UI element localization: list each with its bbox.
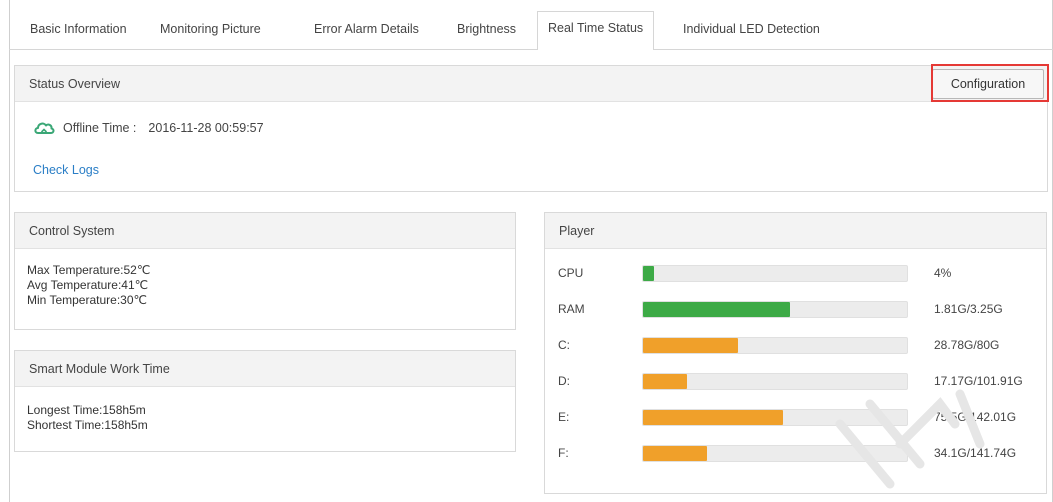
disk-e-progress-fill [643,410,784,425]
offline-time-label: Offline Time : [63,121,137,135]
control-system-title: Control System [15,213,515,249]
disk-c-label: C: [558,338,570,352]
control-system-panel: Control System Max Temperature:52℃ Avg T… [14,212,516,330]
ram-progress-fill [643,302,791,317]
player-row-cpu: CPU 4% [558,263,1038,283]
player-panel: Player CPU 4% RAM 1.81G/3.25G C: 28.78G/… [544,212,1047,494]
ram-progress-bar [642,301,908,318]
smart-module-title: Smart Module Work Time [15,351,515,387]
disk-e-value: 75.5G/142.01G [934,410,1017,424]
cloud-icon [33,120,55,136]
tab-bar: Basic Information Monitoring Picture Err… [9,0,1053,50]
status-overview-title: Status Overview [15,66,1047,102]
disk-f-progress-bar [642,445,908,462]
offline-time-row: Offline Time : 2016-11-28 00:59:57 [33,118,264,138]
tab-error-alarm-details[interactable]: Error Alarm Details [303,12,430,45]
ram-value: 1.81G/3.25G [934,302,1003,316]
disk-e-progress-bar [642,409,908,426]
min-temperature: Min Temperature:30℃ [27,293,147,307]
disk-d-progress-bar [642,373,908,390]
player-row-disk-c: C: 28.78G/80G [558,335,1038,355]
max-temperature: Max Temperature:52℃ [27,263,151,277]
disk-d-value: 17.17G/101.91G [934,374,1023,388]
player-row-disk-e: E: 75.5G/142.01G [558,407,1038,427]
cpu-progress-bar [642,265,908,282]
tab-brightness[interactable]: Brightness [446,12,527,45]
player-row-disk-f: F: 34.1G/141.74G [558,443,1038,463]
tab-basic-information[interactable]: Basic Information [19,12,138,45]
tab-real-time-status[interactable]: Real Time Status [537,11,655,50]
configuration-button[interactable]: Configuration [932,69,1044,99]
disk-c-value: 28.78G/80G [934,338,1000,352]
status-overview-panel: Status Overview Configuration Offline Ti… [14,64,1049,192]
ram-label: RAM [558,302,585,316]
disk-c-progress-bar [642,337,908,354]
disk-d-label: D: [558,374,570,388]
disk-f-progress-fill [643,446,707,461]
check-logs-link[interactable]: Check Logs [33,163,99,177]
smart-module-details: Longest Time:158h5m Shortest Time:158h5m [15,387,515,433]
player-row-ram: RAM 1.81G/3.25G [558,299,1038,319]
offline-time-value: 2016-11-28 00:59:57 [148,121,264,135]
cpu-label: CPU [558,266,584,280]
player-title: Player [545,213,1046,249]
cpu-value: 4% [934,266,952,280]
disk-f-label: F: [558,446,569,460]
longest-time: Longest Time:158h5m [27,403,146,417]
disk-e-label: E: [558,410,570,424]
tab-monitoring-picture[interactable]: Monitoring Picture [149,12,272,45]
control-system-details: Max Temperature:52℃ Avg Temperature:41℃ … [15,249,515,308]
disk-c-progress-fill [643,338,739,353]
cpu-progress-fill [643,266,654,281]
player-row-disk-d: D: 17.17G/101.91G [558,371,1038,391]
smart-module-panel: Smart Module Work Time Longest Time:158h… [14,350,516,452]
tab-individual-led-detection[interactable]: Individual LED Detection [672,12,831,45]
disk-f-value: 34.1G/141.74G [934,446,1017,460]
shortest-time: Shortest Time:158h5m [27,418,148,432]
avg-temperature: Avg Temperature:41℃ [27,278,149,292]
disk-d-progress-fill [643,374,688,389]
